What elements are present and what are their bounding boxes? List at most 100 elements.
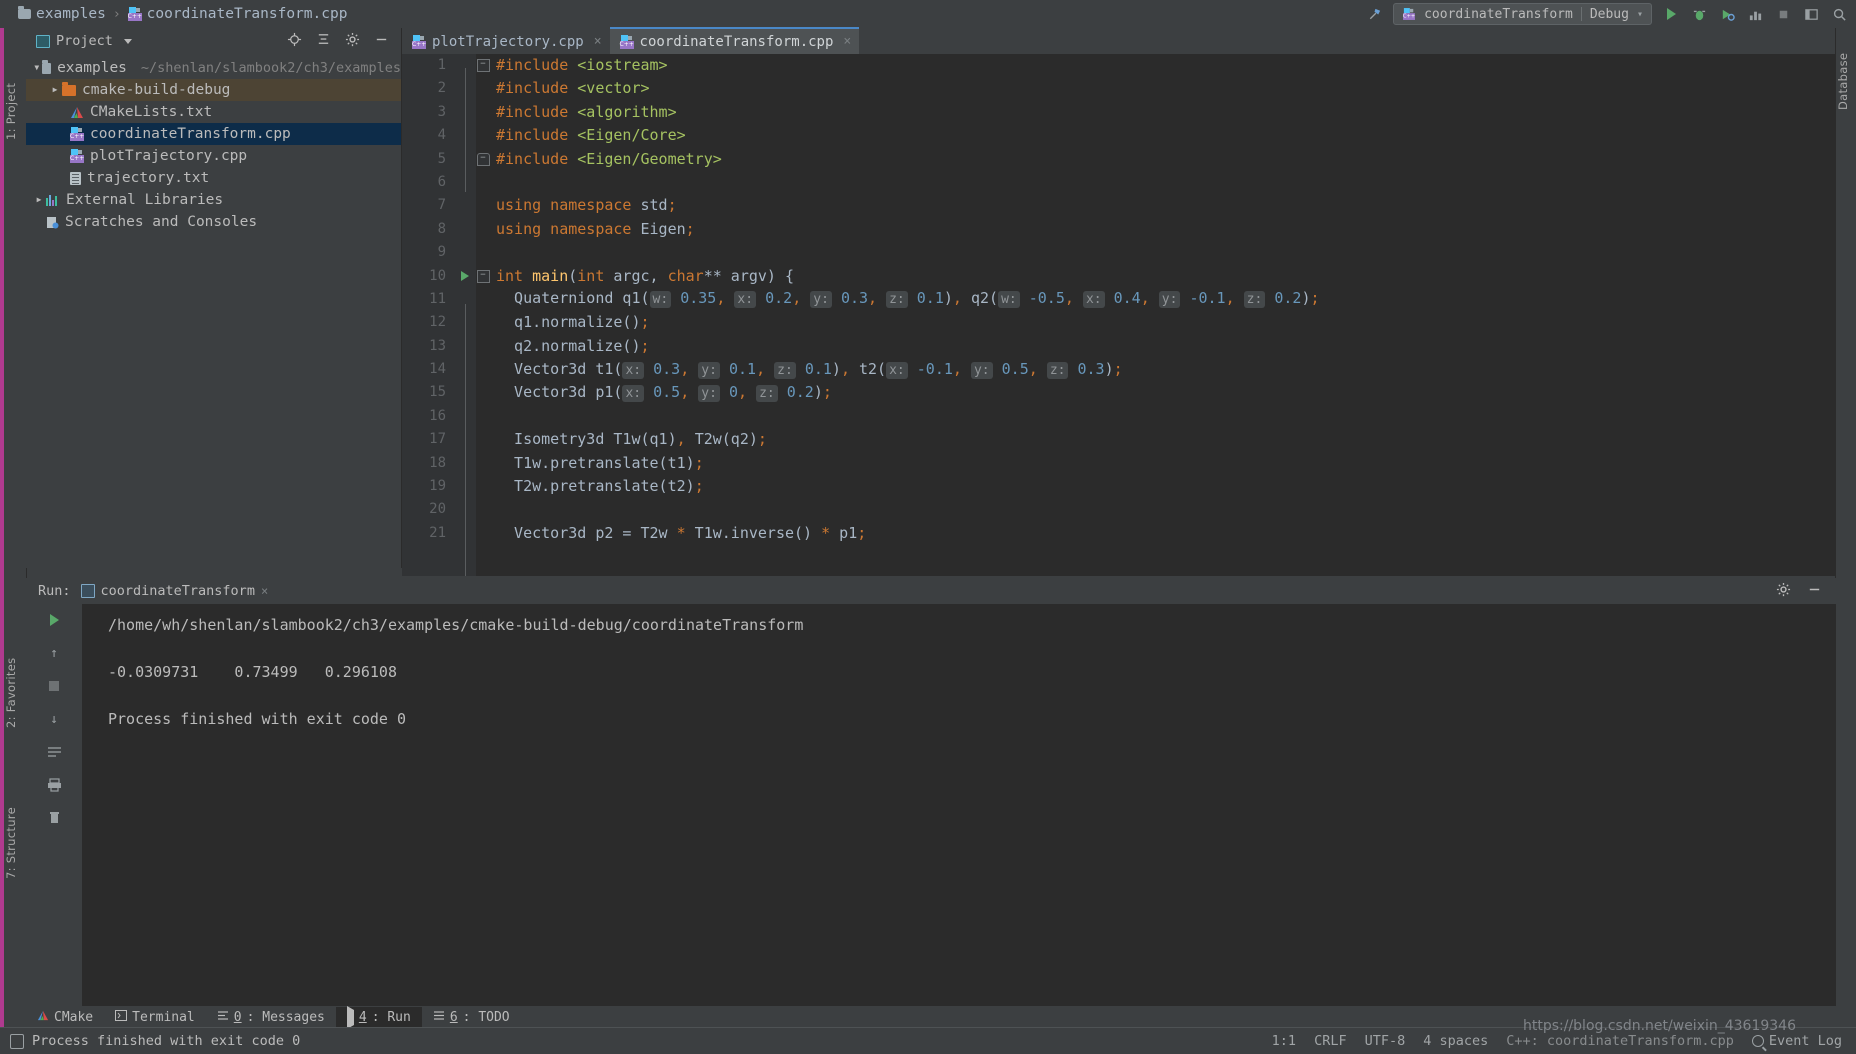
- code-line[interactable]: 2 #include <vector>: [402, 77, 1856, 100]
- code-line[interactable]: 17 Isometry3d T1w(q1), T2w(q2);: [402, 428, 1856, 451]
- chevron-down-icon[interactable]: [123, 38, 132, 44]
- chevron-right-icon[interactable]: [48, 85, 62, 95]
- code-viewport[interactable]: 1− #include <iostream> 2 #include <vector> 3…: [402, 54, 1856, 576]
- close-icon[interactable]: ×: [261, 584, 268, 598]
- chevron-down-icon[interactable]: ▾: [1637, 9, 1643, 20]
- profile-icon[interactable]: [1746, 5, 1764, 23]
- code-line[interactable]: 16: [402, 405, 1856, 428]
- scroll-up-icon[interactable]: ↑: [43, 643, 65, 663]
- tree-item-coordinatetransform-cpp[interactable]: C++ coordinateTransform.cpp: [26, 123, 445, 145]
- layout-icon[interactable]: [1802, 5, 1820, 23]
- close-icon[interactable]: ×: [843, 34, 851, 49]
- tree-item-scratches[interactable]: Scratches and Consoles: [26, 211, 401, 233]
- hide-icon[interactable]: [374, 32, 389, 51]
- minimize-icon[interactable]: [1807, 582, 1822, 601]
- code-line[interactable]: 3 #include <algorithm>: [402, 101, 1856, 124]
- parameter-hint[interactable]: y:: [970, 361, 993, 379]
- breadcrumb-folder[interactable]: examples: [18, 6, 106, 22]
- tree-item-external-libraries[interactable]: External Libraries: [26, 189, 401, 211]
- scroll-down-icon[interactable]: ↓: [43, 709, 65, 729]
- gear-icon[interactable]: [345, 32, 360, 51]
- parameter-hint[interactable]: z:: [1046, 361, 1069, 379]
- fold-collapse-icon[interactable]: −: [476, 269, 490, 283]
- parameter-hint[interactable]: y:: [698, 384, 720, 402]
- code-line[interactable]: 11 Quaterniond q1(w: 0.35, x: 0.2, y: 0.…: [402, 288, 1856, 311]
- debug-icon[interactable]: [1690, 5, 1708, 23]
- file-encoding[interactable]: UTF-8: [1365, 1033, 1406, 1049]
- locate-icon[interactable]: [287, 32, 302, 51]
- tree-item-plottrajectory-cpp[interactable]: C++ plotTrajectory.cpp: [26, 145, 401, 167]
- tool-button-messages[interactable]: 0 : Messages: [206, 1007, 336, 1028]
- gear-icon[interactable]: [1776, 582, 1791, 601]
- search-icon[interactable]: [1830, 5, 1848, 23]
- parameter-hint[interactable]: z:: [1243, 291, 1266, 309]
- parameter-hint[interactable]: w:: [998, 291, 1020, 309]
- fold-collapse-icon[interactable]: −: [476, 59, 490, 73]
- code-line[interactable]: 5 − #include <Eigen/Geometry>: [402, 148, 1856, 171]
- code-line[interactable]: 6: [402, 171, 1856, 194]
- parameter-hint[interactable]: z:: [774, 361, 796, 379]
- project-view-selector[interactable]: Project: [36, 33, 132, 49]
- parameter-hint[interactable]: z:: [886, 291, 908, 309]
- console-output[interactable]: /home/wh/shenlan/slambook2/ch3/examples/…: [82, 604, 1836, 1018]
- tool-button-todo[interactable]: 6 : TODO: [422, 1007, 521, 1028]
- collapse-all-icon[interactable]: [316, 32, 331, 51]
- tree-item-cmake-build-debug[interactable]: cmake-build-debug: [26, 79, 401, 101]
- code-line[interactable]: 12 q1.normalize();: [402, 311, 1856, 334]
- tab-plottrajectory-cpp[interactable]: C++ plotTrajectory.cpp ×: [402, 29, 610, 54]
- tab-coordinatetransform-cpp[interactable]: C++ coordinateTransform.cpp ×: [609, 27, 860, 54]
- code-line[interactable]: 4 #include <Eigen/Core>: [402, 124, 1856, 147]
- run-icon[interactable]: [1662, 5, 1680, 23]
- clear-all-icon[interactable]: [43, 808, 65, 828]
- parameter-hint[interactable]: x:: [886, 361, 908, 379]
- breadcrumb-file[interactable]: C++ coordinateTransform.cpp: [127, 6, 347, 22]
- sidebar-tab-database[interactable]: Database: [1836, 36, 1856, 126]
- tool-button-cmake[interactable]: CMake: [26, 1007, 104, 1028]
- tool-button-run[interactable]: 4 : Run: [335, 1005, 422, 1029]
- caret-position[interactable]: 1:1: [1272, 1033, 1296, 1049]
- line-separator[interactable]: CRLF: [1314, 1033, 1347, 1049]
- parameter-hint[interactable]: y:: [1158, 291, 1181, 309]
- soft-wrap-icon[interactable]: [43, 742, 65, 762]
- run-with-coverage-icon[interactable]: [1718, 5, 1736, 23]
- code-line[interactable]: 9: [402, 241, 1856, 264]
- build-icon[interactable]: [1365, 5, 1383, 23]
- code-line[interactable]: 14 Vector3d t1(x: 0.3, y: 0.1, z: 0.1), …: [402, 358, 1856, 381]
- code-line[interactable]: 19 T2w.pretranslate(t2);: [402, 475, 1856, 498]
- code-line[interactable]: 10 − int main(int argc, char** argv) {: [402, 265, 1856, 288]
- indent-setting[interactable]: 4 spaces: [1423, 1033, 1488, 1049]
- code-line[interactable]: 18 T1w.pretranslate(t1);: [402, 452, 1856, 475]
- parameter-hint[interactable]: x:: [1082, 291, 1105, 309]
- chevron-down-icon[interactable]: [32, 63, 42, 73]
- parameter-hint[interactable]: y:: [810, 291, 832, 309]
- tree-item-cmakelists[interactable]: CMakeLists.txt: [26, 101, 401, 123]
- print-icon[interactable]: [43, 775, 65, 795]
- parameter-hint[interactable]: x:: [622, 384, 645, 402]
- run-configuration-selector[interactable]: C++ coordinateTransform Debug ▾: [1393, 3, 1652, 25]
- fold-end-icon[interactable]: −: [476, 152, 490, 166]
- stop-icon[interactable]: [1774, 5, 1792, 23]
- close-icon[interactable]: ×: [594, 34, 602, 49]
- language-context[interactable]: C++: coordinateTransform.cpp: [1506, 1033, 1734, 1049]
- parameter-hint[interactable]: w:: [649, 291, 672, 309]
- sidebar-tab-structure[interactable]: 7: Structure: [4, 773, 26, 913]
- parameter-hint[interactable]: z:: [756, 384, 778, 402]
- stop-icon[interactable]: [43, 676, 65, 696]
- run-session-tab[interactable]: coordinateTransform ×: [80, 583, 268, 599]
- code-line[interactable]: 1 − #include <iostream>: [402, 54, 1856, 77]
- chevron-right-icon[interactable]: [32, 195, 46, 205]
- tool-button-terminal[interactable]: Terminal: [104, 1007, 206, 1028]
- tree-item-trajectory-txt[interactable]: trajectory.txt: [26, 167, 401, 189]
- code-line[interactable]: 7 using namespace std;: [402, 194, 1856, 217]
- code-line[interactable]: 20: [402, 498, 1856, 521]
- run-gutter-icon[interactable]: [454, 271, 476, 282]
- sidebar-tab-favorites[interactable]: 2: Favorites: [4, 628, 26, 758]
- code-line[interactable]: 21 Vector3d p2 = T2w * T1w.inverse() * p…: [402, 522, 1856, 545]
- code-line[interactable]: 8 using namespace Eigen;: [402, 218, 1856, 241]
- code-line[interactable]: 13 q2.normalize();: [402, 335, 1856, 358]
- parameter-hint[interactable]: x:: [622, 361, 645, 379]
- parameter-hint[interactable]: x:: [734, 291, 757, 309]
- rerun-icon[interactable]: [43, 610, 65, 630]
- event-log-button[interactable]: Event Log: [1751, 1033, 1842, 1049]
- sidebar-tab-project[interactable]: 1: Project: [4, 56, 26, 166]
